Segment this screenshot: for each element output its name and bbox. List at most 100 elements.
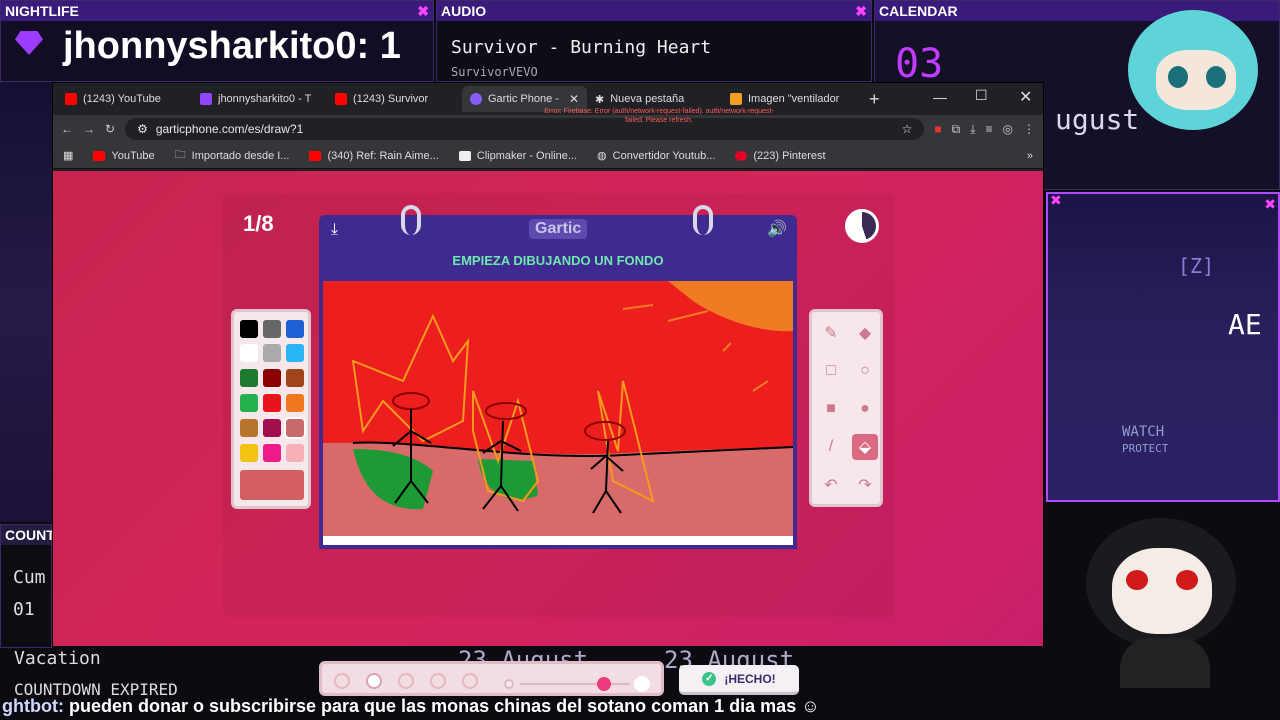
back-icon[interactable]: ← [61, 122, 73, 136]
brush-size-option[interactable] [334, 673, 350, 689]
bookmark-ref[interactable]: (340) Ref: Rain Aime... [309, 150, 439, 162]
donor-text: jhonnysharkito0: 1 [63, 25, 401, 67]
forward-icon[interactable]: → [83, 122, 95, 136]
extension-icon[interactable]: ■ [934, 122, 941, 136]
bookmark-imported[interactable]: 🗀 Importado desde I... [175, 146, 290, 165]
bookmark-label: (223) Pinterest [753, 149, 826, 162]
color-swatch[interactable] [240, 444, 258, 462]
drawing-canvas[interactable] [319, 281, 797, 549]
undo-icon[interactable]: ↶ [818, 472, 844, 498]
rectangle-filled-icon[interactable]: ■ [818, 396, 844, 422]
bookmark-clipmaker[interactable]: Clipmaker - Online... [458, 150, 577, 162]
color-swatch[interactable] [263, 369, 281, 387]
current-color-preview [240, 470, 304, 500]
left-pixel-art [0, 82, 52, 522]
sign-watch: WATCH [1122, 424, 1165, 440]
close-window-button[interactable]: ✕ [1019, 87, 1032, 107]
count-line2: 01 [13, 599, 35, 620]
brush-size-option[interactable] [398, 673, 414, 689]
volume-icon[interactable]: 🔊 [767, 219, 787, 239]
chat-user: ghtbot: [2, 696, 64, 716]
reload-icon[interactable]: ↻ [105, 122, 115, 136]
count-title: COUNT [5, 527, 55, 543]
tab-survivor[interactable]: (1243) Survivor [327, 86, 462, 112]
site-info-icon[interactable]: ⚙ [137, 122, 148, 136]
color-swatch[interactable] [286, 369, 304, 387]
mascot-avatar-top [1108, 0, 1280, 170]
bookmark-star-icon[interactable]: ☆ [902, 122, 913, 136]
color-swatch-selected[interactable] [284, 417, 306, 439]
error-tooltip: Error: Firebase: Error (auth/network-req… [544, 108, 774, 124]
line-icon[interactable]: / [818, 434, 844, 460]
opacity-slider[interactable] [500, 673, 650, 692]
url-text: garticphone.com/es/draw?1 [155, 122, 304, 136]
color-swatch[interactable] [263, 344, 281, 362]
close-tab-icon[interactable]: ✕ [569, 92, 579, 106]
gartic-game: 1/8 ⤓ Gartic 🔊 EMPIEZA DIBUJANDO UN FOND… [53, 171, 1043, 696]
tab-label: Nueva pestaña [610, 93, 685, 105]
tab-label: (1243) Survivor [353, 93, 429, 105]
bookmark-label: Importado desde I... [191, 149, 290, 162]
apps-icon[interactable]: ▦ [63, 149, 73, 162]
brush-size-option[interactable] [430, 673, 446, 689]
color-swatch[interactable] [240, 394, 258, 412]
minimize-button[interactable]: — [933, 89, 947, 105]
color-swatch[interactable] [263, 444, 281, 462]
timer-icon [845, 209, 879, 243]
done-button[interactable]: ✓ ¡HECHO! [679, 665, 799, 695]
color-swatch[interactable] [286, 394, 304, 412]
twitch-icon [200, 93, 212, 105]
maximize-button[interactable]: ☐ [975, 87, 988, 104]
media-icon[interactable]: ≡ [986, 122, 993, 136]
bookmark-pinterest[interactable]: (223) Pinterest [735, 149, 826, 162]
menu-icon[interactable]: ⋮ [1023, 122, 1035, 136]
gartic-logo: Gartic [529, 219, 588, 239]
more-bookmarks-icon[interactable]: » [1027, 150, 1033, 162]
emote-icon: ☺ [801, 696, 820, 716]
clip-right [693, 205, 713, 235]
tab-label: jhonnysharkito0 - T [218, 93, 312, 105]
bookmark-convertidor[interactable]: ◍ Convertidor Youtub... [597, 149, 716, 163]
color-swatch[interactable] [286, 344, 304, 362]
eraser-icon[interactable]: ◆ [852, 320, 878, 346]
address-bar[interactable]: ⚙ garticphone.com/es/draw?1 ☆ [125, 118, 925, 140]
color-swatch[interactable] [286, 444, 304, 462]
color-swatch[interactable] [240, 369, 258, 387]
canvas-header: ⤓ Gartic 🔊 EMPIEZA DIBUJANDO UN FONDO [319, 205, 797, 281]
slider-handle[interactable] [597, 677, 611, 691]
color-swatch[interactable] [286, 320, 304, 338]
color-swatch[interactable] [240, 344, 258, 362]
tab-youtube[interactable]: (1243) YouTube [57, 86, 192, 112]
brush-settings-bar [319, 661, 664, 696]
bookmark-label: Convertidor Youtub... [612, 149, 716, 162]
download-icon[interactable]: ⤓ [970, 122, 975, 137]
rectangle-outline-icon[interactable]: □ [818, 358, 844, 384]
new-tab-button[interactable]: + [869, 89, 880, 110]
tab-twitch[interactable]: jhonnysharkito0 - T [192, 86, 327, 112]
brush-size-option[interactable] [462, 673, 478, 689]
color-swatch[interactable] [240, 320, 258, 338]
color-swatch[interactable] [240, 419, 258, 437]
diamond-icon [15, 31, 43, 55]
bookmark-youtube[interactable]: YouTube [93, 150, 155, 162]
count-panel: COUNT Cum 01 [0, 524, 55, 648]
chat-message: pueden donar o subscribirse para que las… [68, 696, 797, 716]
sign-z: [Z] [1178, 254, 1215, 278]
bookmarks-bar: ▦ YouTube 🗀 Importado desde I... (340) Re… [53, 143, 1043, 169]
download-icon[interactable]: ⤓ [331, 221, 338, 239]
pinterest-icon [735, 150, 748, 161]
profile-icon[interactable]: ◎ [1003, 122, 1013, 136]
circle-outline-icon[interactable]: ○ [852, 358, 878, 384]
color-swatch[interactable] [263, 320, 281, 338]
clipmaker-icon [458, 150, 471, 161]
color-swatch[interactable] [263, 419, 281, 437]
redo-icon[interactable]: ↷ [852, 472, 878, 498]
color-swatch[interactable] [263, 394, 281, 412]
circle-filled-icon[interactable]: ● [852, 396, 878, 422]
extensions-puzzle-icon[interactable]: ⧉ [952, 122, 961, 137]
brush-size-option-selected[interactable] [366, 673, 382, 689]
nightlife-panel: NIGHTLIFE ✖ jhonnysharkito0: 1 [0, 0, 434, 82]
pencil-icon[interactable]: ✎ [818, 320, 844, 346]
close-icon: ✖ [1050, 192, 1062, 208]
fill-bucket-icon[interactable]: ⬙ [852, 434, 878, 460]
